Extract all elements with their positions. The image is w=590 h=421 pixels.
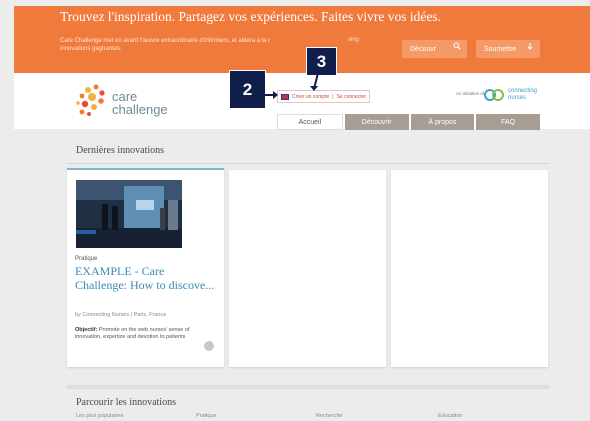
conference-photo-image	[76, 180, 182, 248]
latest-innovations-title: Dernières innovations	[76, 145, 165, 156]
annotation-arrow-2	[264, 91, 278, 99]
annotation-2: 2	[229, 70, 266, 109]
browse-col-recherche[interactable]: Recherche	[316, 413, 343, 419]
arrow-down-icon	[526, 42, 534, 52]
account-separator: |	[332, 93, 334, 100]
annotation-arrow-3	[310, 72, 319, 91]
intro-text-tail: ving	[348, 37, 360, 43]
connecting-nurses-icon	[484, 89, 504, 101]
tab-accueil[interactable]: Accueil	[277, 114, 343, 130]
browse-divider	[66, 385, 550, 389]
innovation-thumbnail[interactable]	[76, 180, 182, 248]
discover-button-label: Découvr	[410, 45, 437, 53]
discover-button[interactable]: Découvr	[402, 40, 467, 58]
browse-innovations-title: Parcourir les innovations	[76, 397, 176, 408]
card-objective: Objectif: Promote on the web nurses' sen…	[75, 327, 200, 341]
page-frame: Trouvez l'inspiration. Partagez vos expé…	[0, 0, 590, 421]
uk-flag-icon[interactable]	[281, 93, 289, 100]
partner-text-line1: connecting	[508, 88, 538, 94]
tab-faq[interactable]: FAQ	[476, 114, 540, 130]
browse-col-pratique[interactable]: Pratique	[196, 413, 217, 419]
innovation-card-placeholder	[229, 170, 386, 367]
partner-text-line2: nurses	[508, 95, 527, 101]
tab-decouvrir[interactable]: Découvrir	[344, 114, 409, 130]
search-icon	[453, 42, 461, 52]
browse-col-popular[interactable]: Les plus populaires	[76, 413, 123, 419]
tagline: Trouvez l'inspiration. Partagez vos expé…	[60, 9, 441, 24]
card-meta: by Connecting Nurses | Paris, France	[75, 312, 167, 318]
card-category: Pratique	[75, 256, 98, 262]
comment-icon[interactable]	[204, 341, 214, 351]
logo-mark-icon	[76, 84, 105, 116]
card-title-link[interactable]: EXAMPLE - Care Challenge: How to discove…	[75, 264, 215, 292]
tab-a-propos[interactable]: À propos	[410, 114, 475, 130]
browse-col-education[interactable]: Éducation	[438, 413, 462, 419]
submit-button-label: Soumettre	[484, 45, 517, 53]
logo-text-challenge: challenge	[112, 102, 168, 117]
main-nav: Accueil Découvrir À propos FAQ	[277, 114, 540, 130]
innovation-card-placeholder	[391, 170, 548, 367]
section-divider	[66, 163, 550, 164]
create-account-link[interactable]: Créer un compte	[292, 94, 329, 100]
initiative-label: An initiative of	[456, 91, 485, 96]
objective-label: Objectif:	[75, 327, 98, 333]
submit-button[interactable]: Soumettre	[476, 40, 540, 58]
login-link[interactable]: Se connecter	[337, 94, 366, 100]
